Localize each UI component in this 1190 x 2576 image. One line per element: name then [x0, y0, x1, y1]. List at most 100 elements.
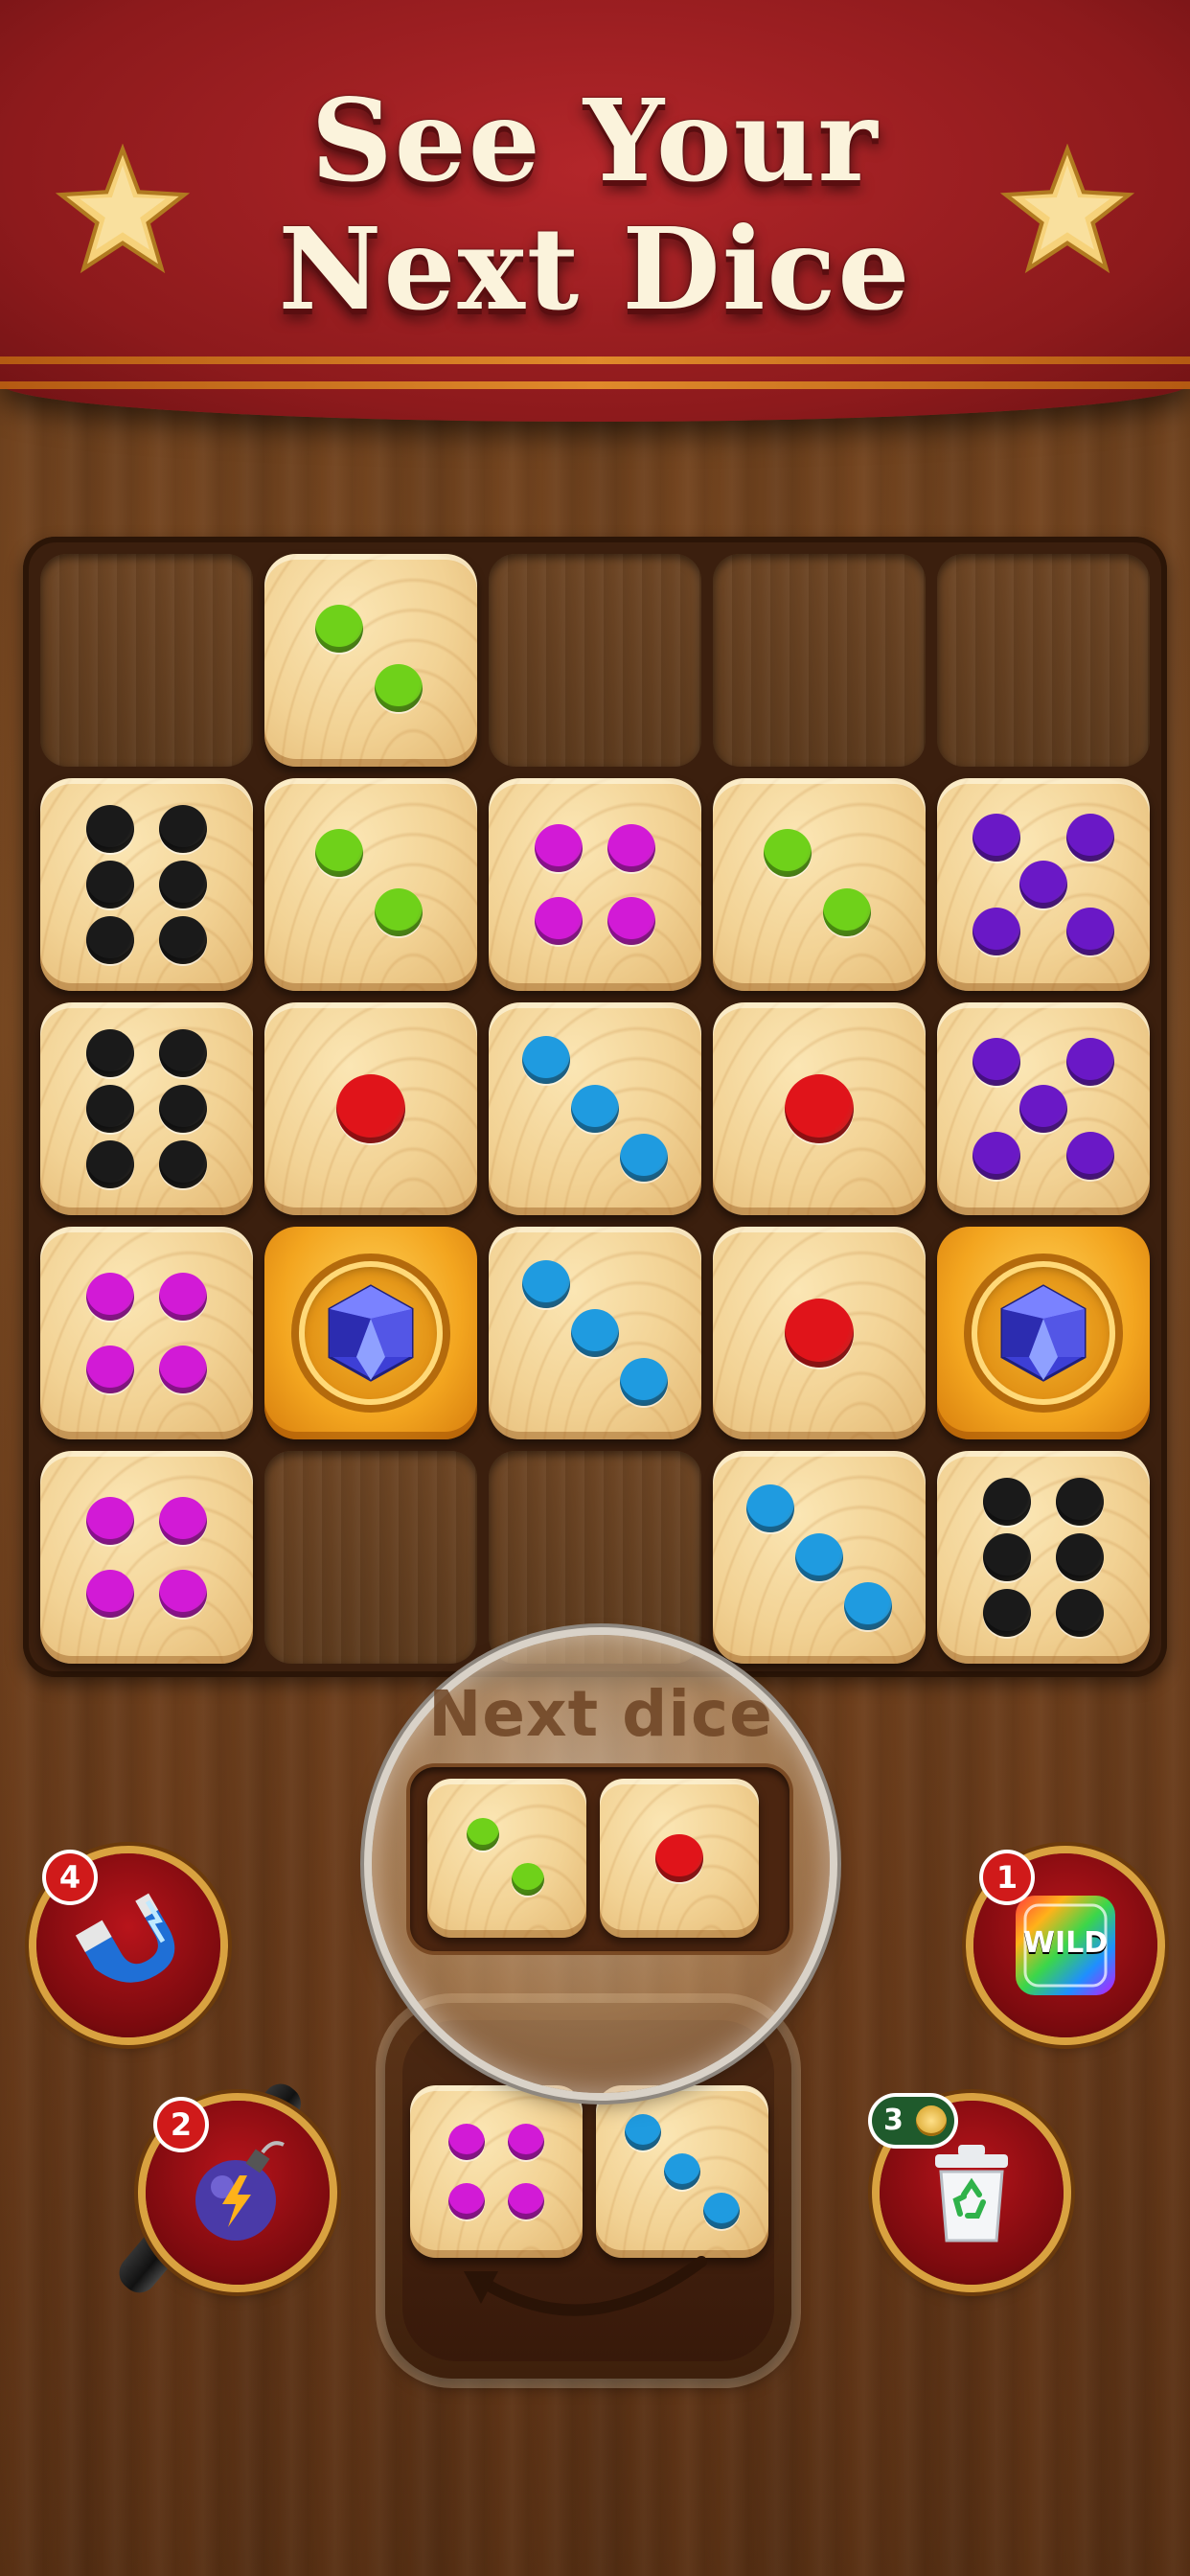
trash-icon [935, 2145, 1008, 2242]
pip [335, 1073, 406, 1144]
pip [86, 1273, 135, 1322]
pip [314, 828, 363, 877]
pip [973, 1038, 1021, 1087]
magnet-booster-button[interactable]: 4 [36, 1853, 220, 2037]
pip [1019, 1085, 1067, 1133]
pip [1055, 1478, 1104, 1527]
pip [1055, 1588, 1104, 1637]
gem-ring [299, 1261, 443, 1405]
pip [745, 1484, 794, 1532]
die-4[interactable] [40, 1451, 253, 1664]
gem-tile[interactable] [937, 1227, 1150, 1439]
die-3[interactable] [713, 1451, 926, 1664]
pip [973, 814, 1021, 862]
pip [606, 824, 655, 873]
pip [521, 1259, 570, 1308]
die-2[interactable] [264, 778, 477, 991]
trash-booster-button[interactable]: 3 [872, 2097, 1064, 2285]
empty-cell[interactable] [489, 1451, 701, 1664]
die-4[interactable] [40, 1227, 253, 1439]
banner-stripe [0, 356, 1190, 364]
pip [1065, 907, 1114, 955]
die-6[interactable] [40, 1002, 253, 1215]
pip [86, 861, 135, 908]
pip [86, 1029, 135, 1078]
pip [703, 2193, 741, 2230]
pip [86, 1497, 135, 1546]
empty-cell[interactable] [937, 554, 1150, 767]
wild-count-badge: 1 [983, 1853, 1031, 1901]
pip [521, 1035, 570, 1084]
pip [158, 805, 207, 854]
pip [158, 915, 207, 964]
die-2[interactable] [713, 778, 926, 991]
die-5[interactable] [937, 778, 1150, 991]
pip [983, 1478, 1032, 1527]
empty-cell[interactable] [489, 554, 701, 767]
pip [158, 1273, 207, 1322]
gem-icon [1000, 1284, 1087, 1382]
pip [86, 1139, 135, 1188]
empty-cell[interactable] [264, 1451, 477, 1664]
die-5[interactable] [937, 1002, 1150, 1215]
die-1[interactable] [713, 1002, 926, 1215]
page-title: See Your Next Dice [212, 77, 978, 334]
pip [983, 1533, 1032, 1581]
die-6[interactable] [937, 1451, 1150, 1664]
die-3[interactable] [596, 2085, 768, 2258]
trash-count: 3 [883, 2104, 904, 2137]
pip [448, 2182, 486, 2220]
pip [571, 1309, 619, 1357]
magnet-count-badge: 4 [46, 1853, 94, 1901]
pip [1055, 1533, 1104, 1581]
pip [86, 915, 135, 964]
title-line-2: Next Dice [278, 202, 912, 335]
star-icon [1000, 144, 1134, 274]
wild-booster-button[interactable]: WILD 1 [973, 1853, 1157, 2037]
pip [1065, 1038, 1114, 1087]
game-board [23, 537, 1167, 1677]
pip [983, 1588, 1032, 1637]
star-icon [56, 144, 190, 274]
banner-stripe [0, 381, 1190, 389]
die-6[interactable] [40, 778, 253, 991]
pip [86, 805, 135, 854]
pip [973, 1131, 1021, 1180]
bomb-icon [195, 2141, 285, 2241]
pip [86, 1085, 135, 1133]
empty-cell[interactable] [40, 554, 253, 767]
pip [374, 887, 423, 936]
trash-cost-badge: 3 [872, 2097, 954, 2145]
die-1[interactable] [713, 1227, 926, 1439]
pip [1065, 1131, 1114, 1180]
pip [158, 1139, 207, 1188]
die-1[interactable] [264, 1002, 477, 1215]
die-2[interactable] [264, 554, 477, 767]
pip [374, 663, 423, 712]
die-3[interactable] [489, 1002, 701, 1215]
empty-cell[interactable] [713, 554, 926, 767]
gem-tile[interactable] [264, 1227, 477, 1439]
die-3[interactable] [489, 1227, 701, 1439]
pip [606, 896, 655, 945]
next-dice-magnifier: Next dice [372, 1635, 830, 2093]
bomb-count-badge: 2 [157, 2101, 205, 2149]
die-1 [600, 1779, 759, 1938]
title-banner: See Your Next Dice [0, 0, 1190, 422]
pip [535, 824, 584, 873]
pip [973, 907, 1021, 955]
pip [571, 1085, 619, 1133]
pip [314, 604, 363, 653]
pip [507, 2182, 544, 2220]
pip [795, 1533, 843, 1581]
die-4[interactable] [489, 778, 701, 991]
pip [1065, 814, 1114, 862]
gem-ring [972, 1261, 1115, 1405]
rotate-arrow-icon[interactable] [443, 2242, 730, 2329]
pip [467, 1818, 500, 1852]
die-4[interactable] [410, 2085, 583, 2258]
bomb-booster-button[interactable]: 2 [146, 2101, 330, 2285]
pip [620, 1358, 669, 1407]
pip [511, 1862, 544, 1896]
pip [822, 887, 871, 936]
